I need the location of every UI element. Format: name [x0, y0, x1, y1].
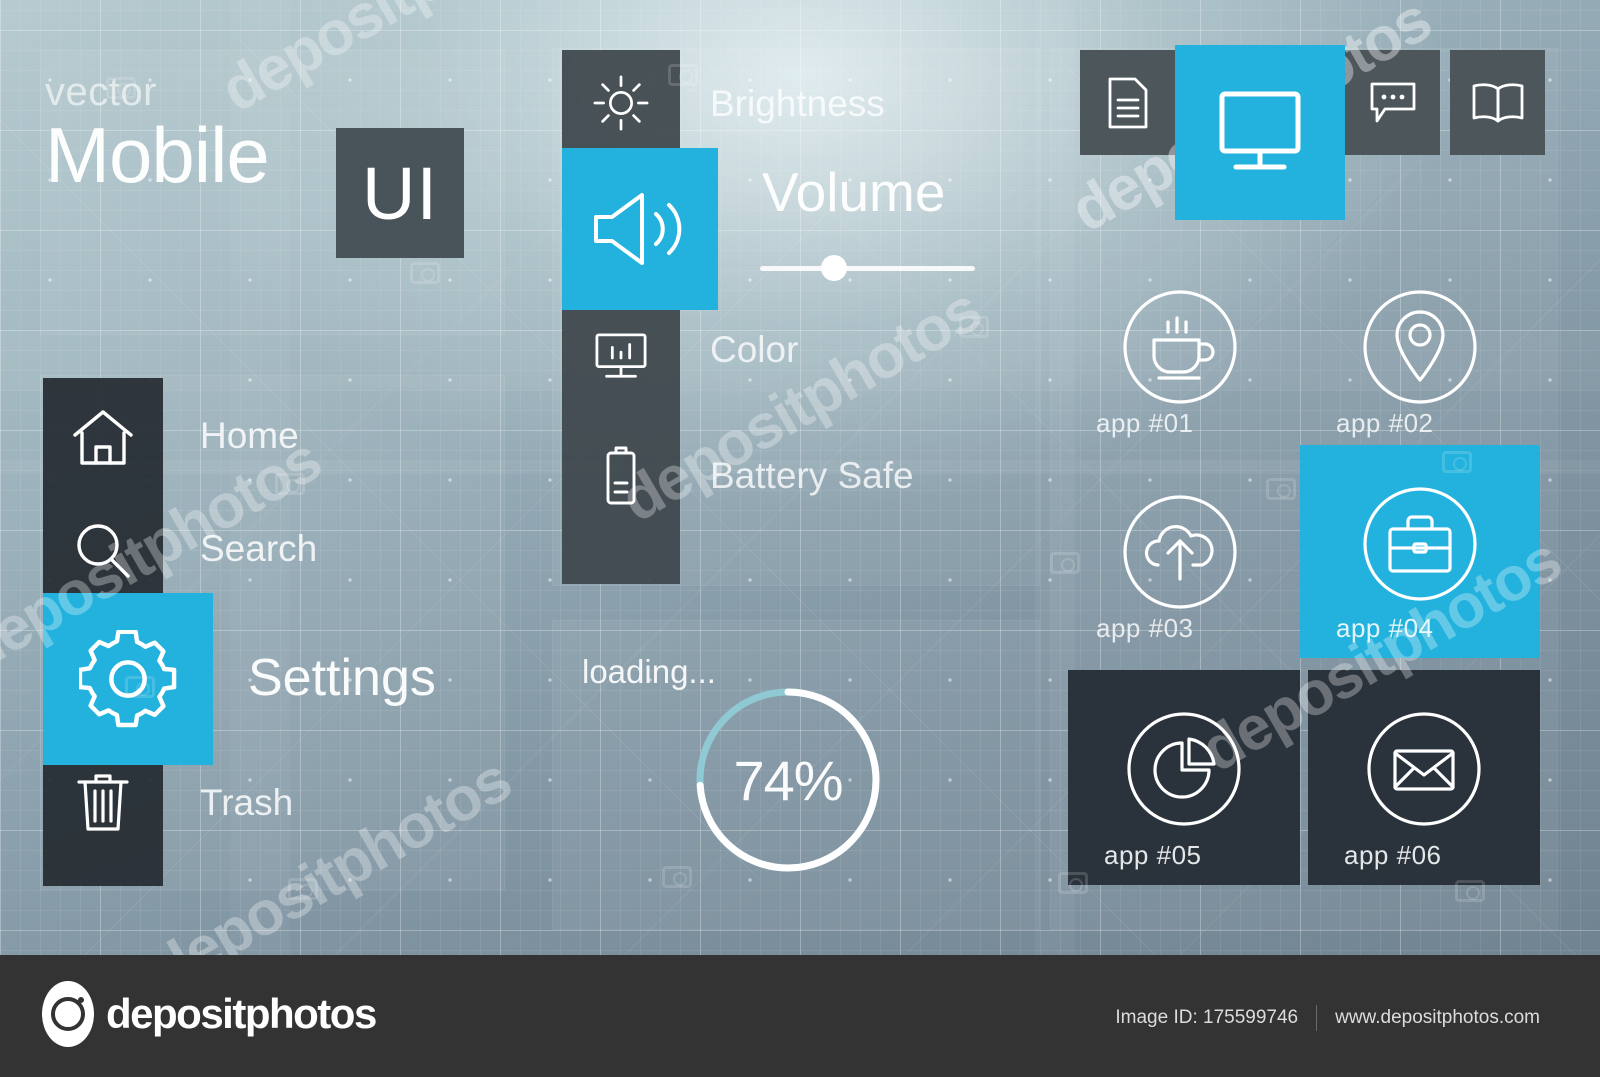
- camera-lens-icon: [42, 981, 94, 1047]
- app-tile-04[interactable]: app #04: [1300, 445, 1540, 658]
- footer-site-url[interactable]: www.depositphotos.com: [1335, 1007, 1540, 1029]
- tab-chat[interactable]: [1345, 50, 1440, 155]
- app-tile-06[interactable]: app #06: [1308, 670, 1540, 885]
- app-tile-03[interactable]: app #03: [1060, 453, 1300, 658]
- app-tile-05-label: app #05: [1104, 840, 1202, 870]
- menu-item-settings-label: Settings: [248, 649, 436, 707]
- home-icon: [43, 382, 163, 494]
- app-tile-01[interactable]: app #01: [1060, 248, 1300, 453]
- chat-icon: [1370, 82, 1415, 122]
- menu-item-trash-label: Trash: [200, 782, 294, 823]
- gear-icon: [43, 593, 213, 765]
- settings-label-color: Color: [710, 329, 799, 370]
- pie-chart-icon: [1125, 710, 1243, 828]
- menu-item-search-label: Search: [200, 528, 318, 569]
- monitor-bars-icon: [562, 312, 680, 402]
- ui-badge-label: UI: [362, 151, 438, 235]
- volume-slider-track: [760, 266, 975, 271]
- map-pin-icon: [1361, 288, 1479, 406]
- brand-subtitle: vector: [45, 70, 157, 114]
- speaker-icon: [562, 148, 718, 310]
- brand-title: Mobile: [45, 111, 270, 199]
- document-icon: [1108, 77, 1147, 128]
- footer-meta: Image ID: 175599746 www.depositphotos.co…: [1115, 1005, 1540, 1031]
- search-icon: [43, 495, 163, 607]
- briefcase-icon: [1361, 485, 1479, 603]
- trash-icon: [43, 745, 163, 857]
- menu-item-home-label: Home: [200, 415, 299, 456]
- depositphotos-logo: depositphotos: [42, 981, 377, 1047]
- settings-label-volume: Volume: [762, 161, 946, 223]
- app-tile-03-label: app #03: [1096, 613, 1194, 643]
- tabbar: [1080, 45, 1545, 220]
- sun-icon: [562, 53, 680, 153]
- tab-book[interactable]: [1450, 50, 1545, 155]
- app-tile-01-label: app #01: [1096, 408, 1194, 438]
- footer-divider: [1316, 1005, 1318, 1031]
- app-tile-04-label: app #04: [1336, 613, 1434, 643]
- app-tile-02-label: app #02: [1336, 408, 1434, 438]
- volume-slider[interactable]: [760, 255, 975, 281]
- brand-lockup: vector Mobile: [45, 70, 270, 199]
- coffee-cup-icon: [1121, 288, 1239, 406]
- battery-icon: [562, 430, 680, 522]
- book-icon: [1472, 82, 1523, 122]
- progress-percent: 74%: [733, 748, 843, 812]
- footer-image-id: Image ID: 175599746: [1115, 1007, 1299, 1028]
- tab-document[interactable]: [1080, 50, 1175, 155]
- mobile-ui-mockup: vector Mobile UI Home Search Settings Tr…: [0, 0, 1600, 1077]
- settings-label-battery: Battery Safe: [710, 455, 914, 496]
- app-tile-05[interactable]: app #05: [1068, 670, 1300, 885]
- depositphotos-wordmark: depositphotos: [106, 990, 377, 1037]
- app-tile-06-label: app #06: [1344, 840, 1442, 870]
- cloud-upload-icon: [1121, 493, 1239, 611]
- settings-label-brightness: Brightness: [710, 83, 885, 124]
- app-tile-02[interactable]: app #02: [1300, 248, 1540, 453]
- ui-badge: UI: [336, 128, 464, 258]
- display-icon: [1219, 91, 1301, 169]
- volume-slider-thumb[interactable]: [820, 255, 847, 281]
- tab-display[interactable]: [1175, 45, 1345, 220]
- depositphotos-footer: depositphotos Image ID: 175599746 www.de…: [0, 955, 1600, 1077]
- envelope-icon: [1365, 710, 1483, 828]
